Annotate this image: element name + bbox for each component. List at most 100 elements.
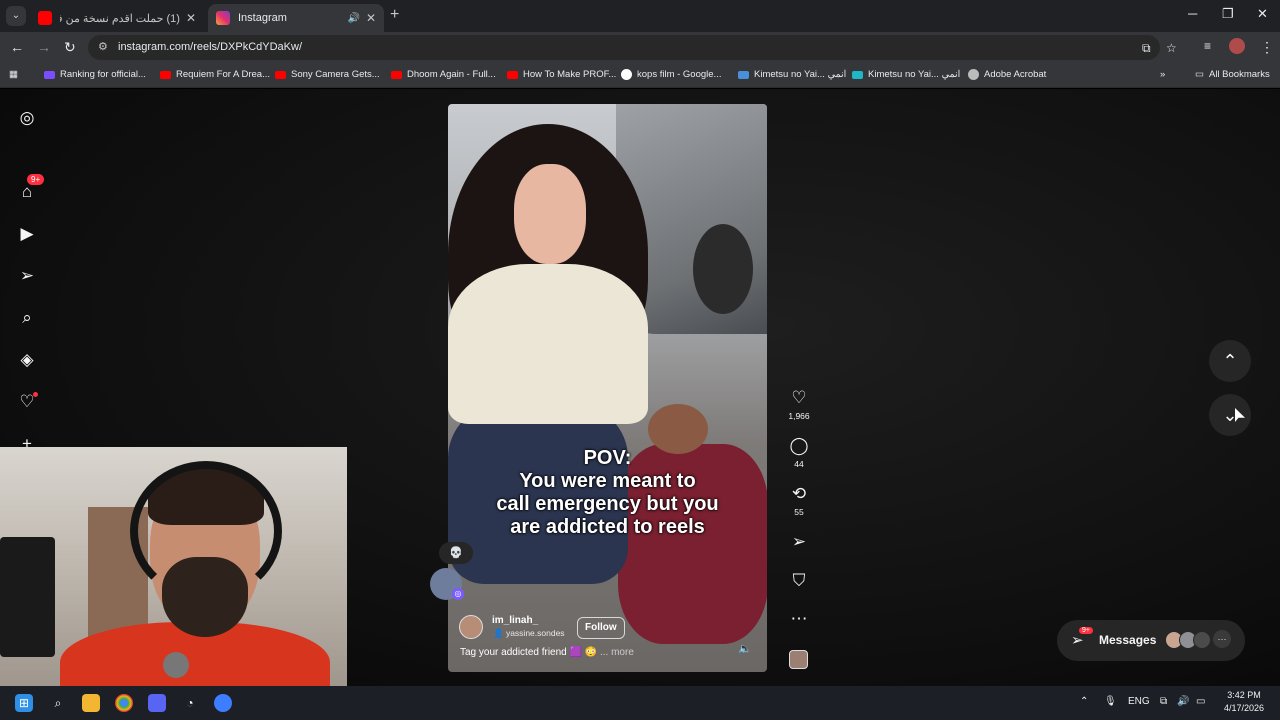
taskbar-date: 4/17/2026	[1223, 703, 1265, 713]
reel-user-avatar[interactable]	[459, 615, 483, 639]
browser-menu-icon[interactable]: ⋮	[1260, 39, 1274, 56]
tab-title: (1) حملت اقدم نسخة من فري فاير	[60, 12, 180, 25]
comments-count: 44	[794, 459, 804, 469]
bookmark-item[interactable]: Requiem For A Drea...	[160, 69, 270, 80]
bookmark-item[interactable]: Sony Camera Gets...	[275, 69, 380, 80]
maximize-icon[interactable]: ❐	[1222, 6, 1234, 22]
streamer-webcam	[0, 447, 347, 697]
tab-title: Instagram	[238, 12, 287, 24]
save-bookmark-icon[interactable]: ⛉	[789, 571, 809, 591]
comment-icon[interactable]: ◯	[789, 436, 809, 456]
reel-username[interactable]: im_linah_	[492, 615, 538, 626]
speaker-icon[interactable]: 🔊	[347, 13, 359, 24]
instagram-icon	[216, 11, 230, 25]
notifications-badge: 9+	[27, 174, 45, 185]
webcam-microphone	[163, 652, 189, 678]
bookmark-item[interactable]: Adobe Acrobat	[968, 69, 1046, 80]
bookmark-item[interactable]: Kimetsu no Yai... انمي	[852, 69, 960, 80]
messages-icon[interactable]: ➢	[17, 266, 37, 286]
likes-count: 1,966	[788, 411, 810, 421]
bookmark-item[interactable]: How To Make PROF...	[507, 69, 616, 80]
language-indicator[interactable]: ENG	[1128, 696, 1150, 707]
reel-overlay-text: POV: You were meant to call emergency bu…	[496, 447, 719, 538]
reel-video[interactable]	[448, 104, 767, 672]
messages-button[interactable]: ➢ 9+ Messages ⋯	[1057, 620, 1245, 661]
add-story-icon: ◎	[452, 588, 464, 600]
file-explorer-icon[interactable]	[82, 694, 100, 712]
profile-avatar[interactable]	[1229, 38, 1245, 54]
like-heart-icon[interactable]: ♡	[789, 388, 809, 408]
network-icon[interactable]: ⧉	[1160, 696, 1167, 707]
skull-reaction-pill[interactable]: 💀	[439, 542, 473, 564]
close-tab-icon[interactable]: ✕	[366, 11, 376, 25]
share-icon[interactable]: ➢	[789, 532, 809, 552]
new-tab-button[interactable]: +	[390, 6, 399, 24]
notification-dot	[33, 392, 38, 397]
reload-button[interactable]: ↻	[64, 39, 76, 56]
bookmark-star-icon[interactable]: ☆	[1166, 41, 1177, 55]
home-icon[interactable]: ⌂	[17, 182, 37, 202]
taskbar-time: 3:42 PM	[1227, 690, 1261, 700]
media-control-icon[interactable]: ≡	[1204, 39, 1211, 53]
messages-label: Messages	[1099, 633, 1157, 647]
search-icon[interactable]: ⌕	[17, 308, 37, 328]
volume-icon[interactable]: 🔈	[738, 642, 752, 655]
tab-youtube[interactable]: (1) حملت اقدم نسخة من فري فاير ✕	[30, 4, 204, 32]
apps-grid-icon[interactable]: ▦	[9, 69, 18, 80]
video-woman-sweater	[448, 264, 648, 424]
bookmark-item[interactable]: Kimetsu no Yai... انمي	[738, 69, 846, 80]
follow-button[interactable]: Follow	[577, 617, 625, 639]
back-button[interactable]: ←	[10, 39, 24, 55]
search-icon[interactable]: ⌕	[49, 694, 67, 712]
reel-caption: Tag your addicted friend 🟪 😳 ... more	[460, 647, 634, 658]
tab-instagram[interactable]: Instagram 🔊 ✕	[208, 4, 384, 32]
instagram-logo-icon[interactable]: ◎	[17, 108, 37, 128]
battery-icon[interactable]: ▭	[1196, 696, 1205, 707]
explore-icon[interactable]: ◈	[17, 350, 37, 370]
browser-toolbar: ← → ↻ ⚙ instagram.com/reels/DXPkCdYDaKw/…	[0, 32, 1280, 62]
audio-thumbnail[interactable]	[789, 650, 808, 669]
chrome-icon[interactable]	[115, 694, 133, 712]
clock-app-icon[interactable]: ◔	[181, 694, 199, 712]
browser-tab-bar: ⌄ (1) حملت اقدم نسخة من فري فاير ✕ Insta…	[0, 0, 1280, 32]
reposts-count: 55	[794, 507, 804, 517]
more-bookmarks-icon[interactable]: »	[1160, 69, 1165, 80]
reels-icon[interactable]: ▶	[17, 224, 37, 244]
all-bookmarks-folder[interactable]: ▭ All Bookmarks	[1195, 69, 1270, 80]
folder-icon: ▭	[1195, 69, 1204, 80]
address-bar[interactable]: ⚙ instagram.com/reels/DXPkCdYDaKw/ ⧉ ☆	[88, 35, 1177, 60]
webcam-tv	[0, 537, 55, 657]
minimize-icon[interactable]: ─	[1188, 6, 1197, 21]
tab-search-button[interactable]: ⌄	[6, 6, 26, 26]
youtube-icon	[38, 11, 52, 25]
forward-button[interactable]: →	[37, 39, 51, 55]
bookmark-item[interactable]: Ranking for official...	[44, 69, 146, 80]
app-icon[interactable]	[214, 694, 232, 712]
site-info-icon[interactable]: ⚙	[98, 40, 108, 53]
more-icon: ⋯	[1213, 630, 1231, 648]
repost-icon[interactable]: ⟲	[789, 484, 809, 504]
volume-icon[interactable]: 🔊	[1177, 696, 1189, 707]
messages-badge: 9+	[1079, 627, 1093, 634]
close-window-icon[interactable]: ✕	[1257, 6, 1268, 22]
more-options-icon[interactable]: ⋯	[789, 609, 809, 629]
video-wheel	[693, 224, 753, 314]
close-tab-icon[interactable]: ✕	[186, 11, 196, 25]
message-avatar	[1193, 631, 1211, 649]
windows-taskbar: ⊞ ⌕ ◔ ⌃ 🎙 ENG ⧉ 🔊 ▭ 3:42 PM 4/17/2026	[0, 686, 1280, 720]
cast-icon[interactable]: ⧉	[1142, 41, 1151, 56]
webcam-headset	[130, 461, 282, 601]
bookmarks-bar: ▦ Ranking for official... Requiem For A …	[0, 62, 1280, 88]
reel-collab-user[interactable]: 👤 yassine.sondes	[493, 628, 565, 639]
caption-more-link[interactable]: ... more	[600, 647, 634, 658]
url-text: instagram.com/reels/DXPkCdYDaKw/	[118, 41, 303, 53]
microphone-icon[interactable]: 🎙	[1104, 696, 1117, 707]
next-reel-button[interactable]: ⌄	[1209, 394, 1251, 436]
discord-icon[interactable]	[148, 694, 166, 712]
taskbar-clock[interactable]: 3:42 PM 4/17/2026	[1222, 689, 1266, 715]
bookmark-item[interactable]: kops film - Google...	[621, 69, 721, 80]
tray-overflow-icon[interactable]: ⌃	[1080, 696, 1088, 707]
previous-reel-button[interactable]: ⌃	[1209, 340, 1251, 382]
bookmark-item[interactable]: Dhoom Again - Full...	[391, 69, 496, 80]
windows-start-icon[interactable]: ⊞	[15, 694, 33, 712]
